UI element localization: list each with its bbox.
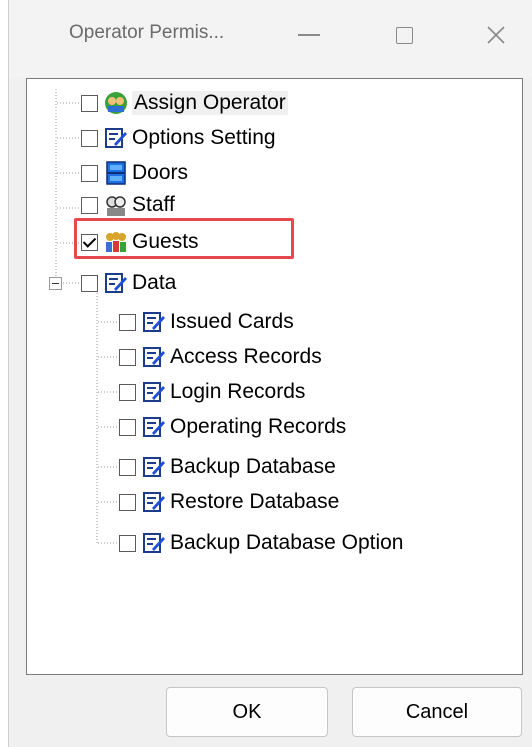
checkbox[interactable] (81, 94, 98, 112)
permissions-tree[interactable]: Assign Operator Options Setting Doors St… (26, 78, 523, 675)
tree-item-label: Staff (132, 193, 175, 216)
edit-icon (143, 312, 165, 332)
checkbox[interactable] (119, 458, 136, 476)
data-collapse-toggle[interactable] (49, 277, 62, 290)
edit-icon (143, 492, 165, 512)
checkbox[interactable] (119, 348, 136, 366)
people-icon (105, 92, 127, 114)
tree-item-label: Data (132, 271, 177, 294)
staff-icon (106, 196, 126, 216)
tree-item-label: Backup Database (170, 455, 336, 478)
tree-item-label: Options Setting (132, 126, 276, 149)
tree-item-operating-records[interactable]: Operating Records (119, 410, 346, 444)
edit-icon (143, 382, 165, 402)
edit-icon (105, 273, 127, 293)
cancel-button[interactable]: Cancel (352, 687, 522, 737)
tree-item-backup-database-option[interactable]: Backup Database Option (119, 526, 403, 560)
close-button[interactable] (476, 18, 516, 52)
tree-item-login-records[interactable]: Login Records (119, 375, 305, 409)
checkbox[interactable] (119, 493, 136, 511)
checkbox[interactable] (119, 313, 136, 331)
tree-item-access-records[interactable]: Access Records (119, 340, 322, 374)
tree-item-label: Login Records (170, 380, 306, 403)
tree-item-data[interactable]: Data (81, 266, 176, 300)
maximize-icon (395, 26, 413, 44)
annotation-highlight-box (74, 218, 294, 259)
door-icon (106, 161, 126, 185)
edit-icon (143, 533, 165, 553)
tree-item-label: Backup Database Option (170, 531, 404, 554)
tree-item-label: Restore Database (170, 490, 340, 513)
minimize-button[interactable] (289, 18, 329, 52)
edit-icon (143, 457, 165, 477)
maximize-button[interactable] (384, 18, 424, 52)
minimize-icon (298, 34, 320, 36)
window-title: Operator Permis... (69, 22, 225, 43)
close-icon (487, 26, 505, 44)
tree-item-assign-operator[interactable]: Assign Operator (81, 86, 288, 120)
tree-item-label: Doors (132, 161, 189, 184)
checkbox[interactable] (119, 418, 136, 436)
checkbox[interactable] (81, 196, 98, 214)
edit-icon (143, 417, 165, 437)
tree-item-label: Assign Operator (132, 91, 288, 115)
tree-item-label: Access Records (170, 345, 322, 368)
tree-item-backup-database[interactable]: Backup Database (119, 450, 336, 484)
tree-item-options-setting[interactable]: Options Setting (81, 121, 276, 155)
tree-item-label: Issued Cards (170, 310, 294, 333)
checkbox[interactable] (119, 383, 136, 401)
tree-item-doors[interactable]: Doors (81, 156, 188, 190)
checkbox[interactable] (119, 534, 136, 552)
tree-item-staff[interactable]: Staff (81, 191, 175, 219)
operator-permissions-window: Operator Permis... Assign Operator Optio… (8, 0, 532, 747)
title-bar[interactable]: Operator Permis... (9, 0, 532, 78)
checkbox[interactable] (81, 274, 98, 292)
checkbox[interactable] (81, 129, 98, 147)
tree-item-restore-database[interactable]: Restore Database (119, 485, 339, 519)
edit-icon (105, 128, 127, 148)
tree-item-label: Operating Records (170, 415, 347, 438)
checkbox[interactable] (81, 164, 98, 182)
edit-icon (143, 347, 165, 367)
ok-button[interactable]: OK (166, 687, 328, 737)
tree-item-issued-cards[interactable]: Issued Cards (119, 305, 294, 339)
